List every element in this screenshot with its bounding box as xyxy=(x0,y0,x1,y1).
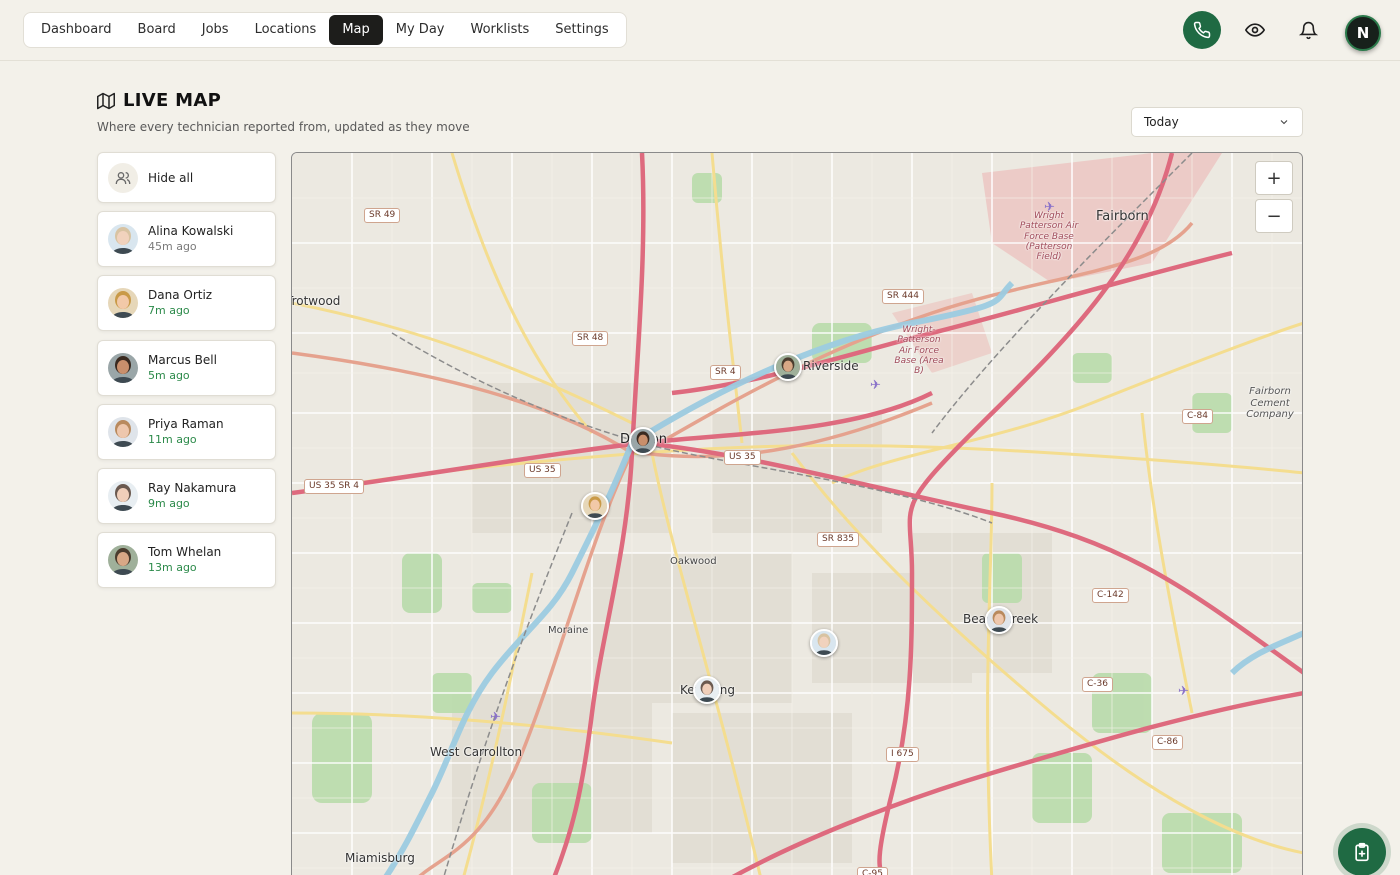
technician-name: Alina Kowalski xyxy=(148,224,234,238)
road-shield: SR 444 xyxy=(882,289,925,304)
last-reported-time: 5m ago xyxy=(148,369,190,382)
live-map[interactable]: ✈ ✈ ✈ ✈ FairbornRiversideDaytonOakwoodMo… xyxy=(291,152,1303,875)
nav-item-worklists[interactable]: Worklists xyxy=(457,15,542,45)
map-tiles[interactable]: ✈ ✈ ✈ ✈ xyxy=(292,153,1303,875)
avatar xyxy=(108,481,138,511)
user-avatar[interactable]: N xyxy=(1345,15,1381,51)
call-button[interactable] xyxy=(1183,11,1221,49)
last-reported-time: 11m ago xyxy=(148,433,197,446)
clipboard-plus-icon xyxy=(1355,842,1369,862)
map-label-trotwood: Trotwood xyxy=(291,294,341,308)
chevron-down-icon xyxy=(1280,120,1288,125)
users-icon xyxy=(108,162,138,193)
technician-map-pin[interactable] xyxy=(774,353,802,381)
nav-item-locations[interactable]: Locations xyxy=(242,15,330,45)
nav-item-jobs[interactable]: Jobs xyxy=(189,15,242,45)
road-shield: C-84 xyxy=(1182,409,1213,424)
hide-all-button[interactable]: Hide all xyxy=(97,152,276,203)
avatar xyxy=(108,353,138,383)
technician-card[interactable]: Dana Ortiz 7m ago xyxy=(97,275,276,331)
avatar xyxy=(108,417,138,447)
map-label-fairborn-cement: Fairborn Cement Company xyxy=(1246,386,1294,420)
road-shield: SR 49 xyxy=(364,208,401,223)
avatar xyxy=(108,545,138,575)
view-button[interactable] xyxy=(1241,16,1269,44)
date-range-value: Today xyxy=(1144,115,1179,129)
technician-map-pin[interactable] xyxy=(810,629,838,657)
nav-item-board[interactable]: Board xyxy=(125,15,189,45)
road-shield: US 35 xyxy=(524,463,561,478)
road-shield: C-142 xyxy=(1092,588,1129,603)
road-shield: US 35 xyxy=(724,450,761,465)
technician-name: Ray Nakamura xyxy=(148,481,237,495)
map-label-west-carrollton: West Carrollton xyxy=(430,745,523,759)
technician-card[interactable]: Tom Whelan 13m ago xyxy=(97,532,276,588)
road-shield: C-95 xyxy=(857,867,888,875)
technician-map-pin[interactable] xyxy=(693,676,721,704)
last-reported-time: 45m ago xyxy=(148,240,197,253)
map-label-riverside: Riverside xyxy=(803,359,859,373)
technician-card[interactable]: Priya Raman 11m ago xyxy=(97,404,276,460)
bell-icon xyxy=(1298,21,1318,39)
nav-item-settings[interactable]: Settings xyxy=(542,15,621,45)
nav-item-dashboard[interactable]: Dashboard xyxy=(28,15,125,45)
technician-map-pin[interactable] xyxy=(629,427,657,455)
add-worklist-button[interactable] xyxy=(1338,828,1386,875)
avatar xyxy=(108,224,138,254)
road-shield: I 675 xyxy=(886,747,919,762)
technician-card[interactable]: Alina Kowalski 45m ago xyxy=(97,211,276,267)
road-shield: SR 4 xyxy=(710,365,741,380)
avatar xyxy=(108,288,138,318)
road-shield: SR 48 xyxy=(572,331,609,346)
technician-map-pin[interactable] xyxy=(985,606,1013,634)
technician-map-pin[interactable] xyxy=(581,492,609,520)
page-title: LIVE MAP xyxy=(97,90,221,111)
hide-all-label: Hide all xyxy=(148,170,194,185)
svg-text:✈: ✈ xyxy=(870,378,881,393)
technician-name: Tom Whelan xyxy=(148,545,222,559)
top-bar: Dashboard Board Jobs Locations Map My Day Work… xyxy=(0,0,1400,61)
last-reported-time: 13m ago xyxy=(148,561,197,574)
svg-text:✈: ✈ xyxy=(1178,684,1189,699)
notifications-button[interactable] xyxy=(1294,16,1322,44)
map-label-wpafb: Wright Patterson Air Force Base (Patters… xyxy=(1019,211,1079,263)
zoom-out-button[interactable]: − xyxy=(1255,199,1293,233)
technician-name: Priya Raman xyxy=(148,417,224,431)
page-title-text: LIVE MAP xyxy=(123,90,222,111)
last-reported-time: 9m ago xyxy=(148,497,190,510)
road-shield: US 35 SR 4 xyxy=(304,479,365,494)
technician-card[interactable]: Marcus Bell 5m ago xyxy=(97,340,276,396)
map-icon xyxy=(97,92,115,109)
map-label-wpafb-area-b: Wright-Patterson Air Force Base (Area B) xyxy=(894,325,944,377)
svg-text:✈: ✈ xyxy=(490,710,501,725)
map-label-miamisburg: Miamisburg xyxy=(345,851,415,865)
road-shield: SR 835 xyxy=(817,532,860,547)
phone-icon xyxy=(1193,21,1211,39)
eye-icon xyxy=(1245,23,1265,37)
map-label-fairborn: Fairborn xyxy=(1096,209,1149,224)
technician-name: Marcus Bell xyxy=(148,353,217,367)
road-shield: C-86 xyxy=(1152,735,1183,750)
technician-name: Dana Ortiz xyxy=(148,288,213,302)
main-nav: Dashboard Board Jobs Locations Map My Day Work… xyxy=(23,12,627,48)
nav-item-map[interactable]: Map xyxy=(329,15,383,45)
map-label-oakwood: Oakwood xyxy=(670,556,717,567)
map-label-moraine: Moraine xyxy=(548,625,589,636)
nav-item-my-day[interactable]: My Day xyxy=(383,15,458,45)
date-range-select[interactable]: Today xyxy=(1131,107,1303,137)
page-subtitle: Where every technician reported from, up… xyxy=(97,120,470,134)
last-reported-time: 7m ago xyxy=(148,304,190,317)
technician-card[interactable]: Ray Nakamura 9m ago xyxy=(97,468,276,524)
road-shield: C-36 xyxy=(1082,677,1113,692)
zoom-in-button[interactable]: + xyxy=(1255,161,1293,195)
